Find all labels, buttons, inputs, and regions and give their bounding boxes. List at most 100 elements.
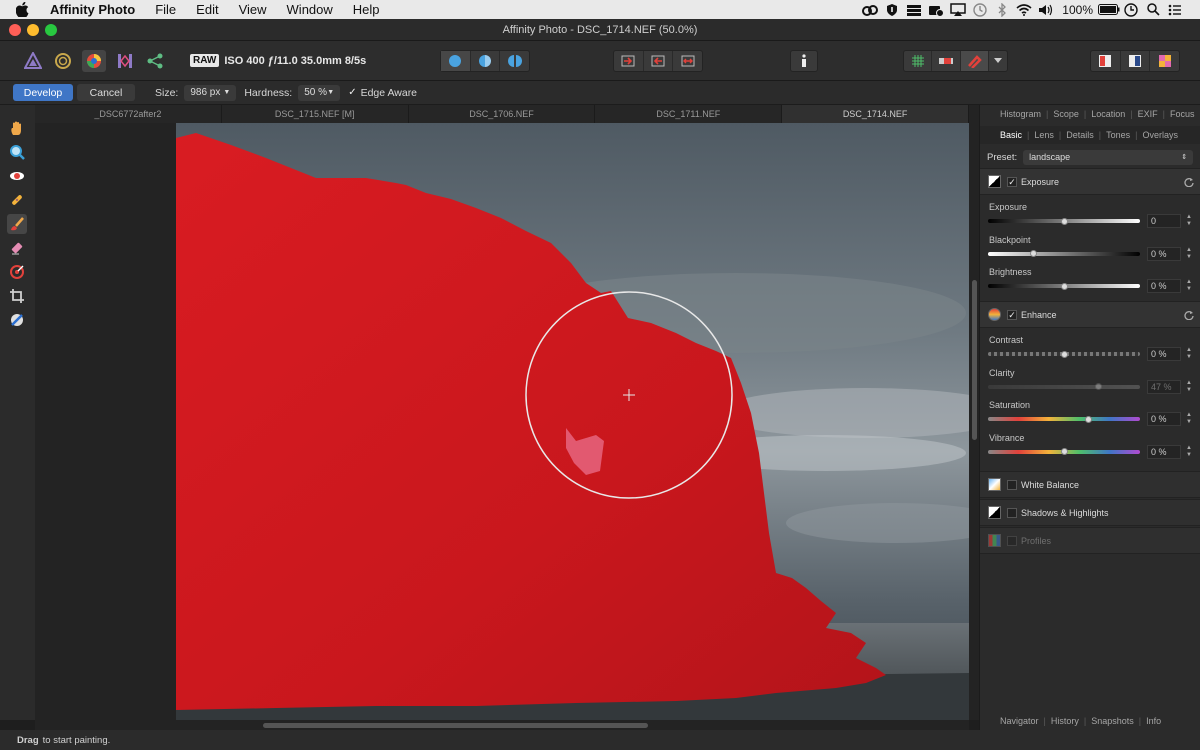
color-studio-button[interactable] [1150,51,1179,71]
wifi-icon[interactable] [1013,0,1035,19]
airplay-icon[interactable] [947,0,969,19]
contrast-stepper-icon[interactable]: ▲ ▼ [1185,347,1193,361]
enhance-reset-icon[interactable] [1183,309,1195,321]
develop-persona-icon[interactable] [82,50,106,72]
blemish-tool-icon[interactable] [7,190,27,210]
split-view-button[interactable] [471,51,501,71]
spotlight-search-icon[interactable] [1142,0,1164,19]
clarity-stepper-icon[interactable]: ▲ ▼ [1185,380,1193,394]
exposure-reset-icon[interactable] [1183,176,1195,188]
left-studio-button[interactable] [1091,51,1121,71]
shadows-highlights-enable-checkbox[interactable] [1007,507,1017,518]
hand-tool-icon[interactable] [7,118,27,138]
apply-left-button[interactable] [614,51,644,71]
saturation-slider-handle[interactable] [1084,415,1092,423]
doc-tab[interactable]: DSC_1715.NEF [M] [222,105,409,123]
saturation-value-field[interactable]: 0 % [1147,412,1181,426]
stack-icon[interactable] [903,0,925,19]
clarity-value-field[interactable]: 47 % [1147,379,1181,394]
info-button[interactable] [790,50,818,72]
apply-right-button[interactable] [644,51,674,71]
grid-overlay-button[interactable] [904,51,933,71]
battery-icon[interactable] [1098,0,1120,19]
doc-tab[interactable]: DSC_1706.NEF [409,105,596,123]
tab-lens[interactable]: Lens [1034,130,1059,140]
tab-details[interactable]: Details [1066,130,1099,140]
blackpoint-value-field[interactable]: 0 % [1147,246,1181,261]
shield-icon[interactable] [881,0,903,19]
tab-location[interactable]: Location [1091,109,1130,119]
blackpoint-slider[interactable] [988,251,1140,256]
menu-window[interactable]: Window [277,0,343,19]
overlay-gradient-tool-icon[interactable] [7,262,27,282]
menu-file[interactable]: File [145,0,186,19]
cancel-button[interactable]: Cancel [77,84,135,101]
white-balance-tool-icon[interactable] [7,310,27,330]
size-field[interactable]: 986 px ▼ [184,84,237,101]
crop-tool-icon[interactable] [7,286,27,306]
tab-basic[interactable]: Basic [1000,130,1027,140]
menu-app-name[interactable]: Affinity Photo [42,0,145,19]
vibrance-stepper-icon[interactable]: ▲ ▼ [1185,445,1193,459]
tab-overlays[interactable]: Overlays [1142,130,1183,140]
white-balance-section-header[interactable]: White Balance [980,471,1200,498]
brightness-slider-handle[interactable] [1060,282,1068,290]
overlay-paint-tool-icon[interactable] [7,214,27,234]
bluetooth-icon[interactable] [991,0,1013,19]
exposure-value-field[interactable]: 0 [1147,214,1181,228]
brightness-stepper-icon[interactable]: ▲ ▼ [1185,279,1193,293]
shadows-highlights-section-header[interactable]: Shadows & Highlights [980,499,1200,526]
close-window-button[interactable] [9,24,21,36]
tab-snapshots[interactable]: Snapshots [1091,716,1139,726]
preset-select[interactable]: landscape ⇕ [1023,149,1194,165]
exposure-stepper-icon[interactable]: ▲ ▼ [1185,214,1193,228]
contrast-value-field[interactable]: 0 % [1147,347,1181,361]
tab-tones[interactable]: Tones [1106,130,1135,140]
vertical-scroll-thumb[interactable] [972,280,977,440]
liquify-persona-icon[interactable] [52,50,74,72]
clipping-overlay-button[interactable] [932,51,961,71]
overlay-erase-tool-icon[interactable] [7,238,27,258]
tone-mapping-persona-icon[interactable] [114,50,136,72]
control-list-icon[interactable] [1164,0,1186,19]
edge-aware-toggle[interactable]: ✓ Edge Aware [348,87,417,99]
canvas-area[interactable] [35,123,969,720]
white-balance-enable-checkbox[interactable] [1007,479,1017,490]
contrast-slider-handle[interactable] [1060,350,1068,358]
profiles-section-header[interactable]: Profiles [980,527,1200,554]
blackpoint-slider-handle[interactable] [1030,250,1038,257]
develop-button[interactable]: Develop [13,84,73,101]
menu-view[interactable]: View [229,0,277,19]
enhance-section-header[interactable]: ✓ Enhance [980,301,1200,328]
red-eye-tool-icon[interactable] [7,166,27,186]
exposure-slider-handle[interactable] [1060,217,1068,225]
doc-tab[interactable]: DSC_1711.NEF [595,105,783,123]
horizontal-scroll-thumb[interactable] [263,723,648,728]
apple-logo-icon[interactable] [16,2,32,17]
hardness-field[interactable]: 50 % ▼ [298,84,341,101]
single-view-button[interactable] [441,51,471,71]
time-machine-icon[interactable] [969,0,991,19]
clock-icon[interactable] [1120,0,1142,19]
enhance-enable-checkbox[interactable]: ✓ [1007,309,1017,320]
clarity-slider-handle[interactable] [1095,383,1103,390]
volume-icon[interactable] [1035,0,1057,19]
zoom-tool-icon[interactable] [7,142,27,162]
saturation-stepper-icon[interactable]: ▲ ▼ [1185,412,1193,426]
tab-navigator[interactable]: Navigator [1000,716,1044,726]
backup-icon[interactable] [925,0,947,19]
zoom-window-button[interactable] [45,24,57,36]
mask-overlay-button[interactable] [960,51,989,71]
tab-history[interactable]: History [1051,716,1084,726]
exposure-enable-checkbox[interactable]: ✓ [1007,176,1017,187]
tab-histogram[interactable]: Histogram [1000,109,1046,119]
right-studio-button[interactable] [1121,51,1151,71]
menu-help[interactable]: Help [343,0,390,19]
vibrance-value-field[interactable]: 0 % [1147,444,1181,459]
clarity-slider[interactable] [988,384,1140,389]
profiles-enable-checkbox[interactable] [1007,535,1017,546]
tab-focus[interactable]: Focus [1170,109,1200,119]
blackpoint-stepper-icon[interactable]: ▲ ▼ [1185,247,1193,261]
tab-exif[interactable]: EXIF [1138,109,1163,119]
doc-tab-active[interactable]: DSC_1714.NEF [782,105,969,123]
